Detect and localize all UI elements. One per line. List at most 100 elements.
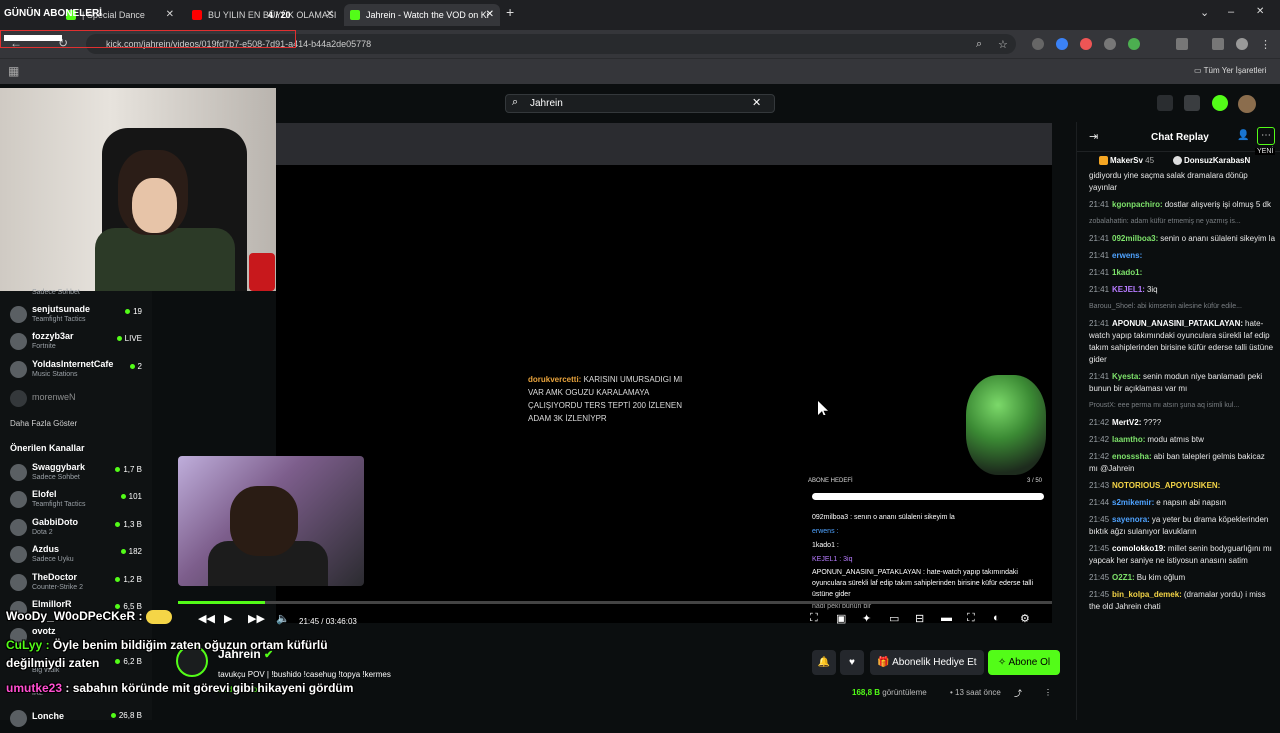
- sidebar-channel[interactable]: YoldasInternetCafe Music Stations 2: [10, 358, 150, 384]
- sidebar-channel[interactable]: Lonche 26,8 B: [10, 707, 150, 733]
- minimize-button[interactable]: –: [1228, 6, 1234, 18]
- star-icon[interactable]: ☆: [998, 38, 1010, 51]
- chat-username[interactable]: MertV2:: [1112, 418, 1141, 427]
- chat-username[interactable]: s2mikemir:: [1112, 498, 1154, 507]
- chat-username[interactable]: Kyesta:: [1112, 372, 1141, 381]
- chat-text: gidiyordu yine saçma salak dramalara dön…: [1089, 171, 1248, 192]
- sidebar-channel[interactable]: senjutsunade Teamfight Tactics 19: [10, 303, 150, 329]
- sub-goal-bar: [812, 493, 1044, 500]
- sidebar-channel[interactable]: Azdus Sadece Uyku 182: [10, 543, 150, 569]
- profile-icon[interactable]: [1236, 38, 1248, 50]
- clip-icon[interactable]: ⛶: [810, 612, 818, 625]
- subscribe-button[interactable]: ✧ Abone Ol: [988, 650, 1060, 675]
- sidebar-channel[interactable]: morenweN: [10, 387, 150, 413]
- theater-icon[interactable]: ▬: [941, 612, 952, 624]
- kick-logo-icon[interactable]: [1212, 95, 1228, 111]
- tab-youtube[interactable]: BU YILIN EN BÜYÜK OLAMASI ✕: [186, 4, 340, 26]
- chat-message: 21:41 erwens:: [1089, 250, 1275, 262]
- new-tab-button[interactable]: +: [506, 4, 514, 20]
- user-avatar[interactable]: [1238, 95, 1256, 113]
- chat-message: 21:41 kgonpachiro: dostlar alışveriş işi o…: [1089, 199, 1275, 211]
- chat-message: 21:45 O2Z1: Bu kim oğlum: [1089, 572, 1275, 584]
- chat-username[interactable]: sayenora:: [1112, 515, 1150, 524]
- message-time: 21:44: [1089, 498, 1110, 507]
- chapters-icon[interactable]: ▣: [836, 612, 846, 625]
- clear-search-icon[interactable]: ✕: [752, 96, 761, 109]
- fullscreen-icon[interactable]: ⛶: [967, 612, 975, 625]
- follow-heart-button[interactable]: ♥: [840, 650, 864, 675]
- collapse-tabs-icon[interactable]: ⌄: [1200, 6, 1209, 19]
- sidebar-channel[interactable]: Swaggybark Sadece Sohbet 1,7 B: [10, 461, 150, 487]
- pip-icon[interactable]: ▭: [889, 612, 899, 625]
- chat-username[interactable]: KEJEL1:: [1112, 285, 1145, 294]
- all-bookmarks-link[interactable]: ▭ Tüm Yer İşaretleri: [1194, 66, 1266, 75]
- apps-grid-icon[interactable]: ▦: [8, 64, 19, 78]
- highlight-icon[interactable]: ✦: [862, 612, 871, 625]
- extension-icon[interactable]: [1128, 38, 1140, 50]
- sidebar-channel[interactable]: Elofel Teamfight Tactics 101: [10, 488, 150, 514]
- chat-username[interactable]: O2Z1:: [1112, 573, 1135, 582]
- zoom-icon[interactable]: ⌕: [976, 38, 988, 50]
- extension-icon[interactable]: [1032, 38, 1044, 50]
- message-time: 21:41: [1089, 234, 1110, 243]
- chat-message: gidiyordu yine saçma salak dramalara dön…: [1089, 170, 1275, 194]
- chat-message: 21:44 s2mikemir: e napsın abi napsın: [1089, 497, 1275, 509]
- chat-username[interactable]: enosssha:: [1112, 452, 1152, 461]
- menu-icon[interactable]: ⋮: [1260, 38, 1272, 51]
- settings-gear-icon[interactable]: ⚙: [1020, 612, 1030, 625]
- chat-username[interactable]: erwens:: [1112, 251, 1142, 260]
- chat-username[interactable]: bin_kolpa_demek:: [1112, 590, 1182, 599]
- seek-bar-fill: [178, 601, 266, 604]
- view-count: 168,8 B görüntüleme: [852, 688, 927, 697]
- gift-sub-button[interactable]: 🎁 Abonelik Hediye Et: [870, 650, 984, 675]
- speed-icon[interactable]: ◐: [993, 612, 1000, 624]
- chat-username[interactable]: comolokko19:: [1112, 544, 1166, 553]
- sidebar-channel[interactable]: GabbiDoto Dota 2 1,3 B: [10, 516, 150, 542]
- chat-username[interactable]: kgonpachiro:: [1112, 200, 1163, 209]
- gift-icon: 🎁: [877, 657, 893, 668]
- chat-messages: gidiyordu yine saçma salak dramalara dön…: [1089, 170, 1275, 618]
- chat-settings-icon[interactable]: ⋯: [1257, 127, 1275, 145]
- theater-mode-icon[interactable]: [1157, 95, 1173, 111]
- show-more-link[interactable]: Daha Fazla Göster: [10, 419, 77, 428]
- tab-jahrein-vod[interactable]: Jahrein - Watch the VOD on Ki ✕: [344, 4, 500, 26]
- emote-icon: [145, 609, 172, 624]
- chat-username[interactable]: laamtho:: [1112, 435, 1145, 444]
- chat-username[interactable]: 092milboa3:: [1112, 234, 1158, 243]
- media-icon[interactable]: [1212, 38, 1224, 50]
- more-options-icon[interactable]: ⋮: [1044, 688, 1052, 697]
- deleted-chat-message: ProustX: eee perma mı atsın şuna aq isim…: [1089, 400, 1275, 412]
- avatar: [10, 333, 27, 350]
- star-icon: ✧: [997, 657, 1009, 668]
- close-icon[interactable]: ✕: [326, 4, 334, 26]
- chat-text: senin o ananı sülaleni sikeyim la: [1160, 234, 1276, 243]
- notification-bell-button[interactable]: 🔔: [812, 650, 836, 675]
- sidebar-channel[interactable]: fozzyb3ar Fortnite LIVE: [10, 330, 150, 356]
- puzzle-icon[interactable]: [1176, 38, 1188, 50]
- share-icon[interactable]: ⤴: [1014, 688, 1022, 699]
- miniplayer-icon[interactable]: ⊟: [915, 612, 924, 625]
- chat-header: ⇥ Chat Replay 👤 ⋯ YENİ: [1077, 122, 1280, 155]
- search-input[interactable]: Jahrein: [505, 94, 775, 113]
- extension-icon[interactable]: [1056, 38, 1068, 50]
- sidebar-channel[interactable]: TheDoctor Counter-Strike 2 1,2 B: [10, 571, 150, 597]
- message-time: 21:42: [1089, 452, 1110, 461]
- extension-icon[interactable]: [1080, 38, 1092, 50]
- users-icon[interactable]: 👤: [1237, 130, 1249, 141]
- chat-message: 21:42 laamtho: modu atmıs btw: [1089, 434, 1275, 446]
- chat-message: 21:45 sayenora: ya yeter bu drama köpekler…: [1089, 514, 1275, 538]
- close-window-button[interactable]: ✕: [1256, 6, 1264, 17]
- seek-bar[interactable]: [178, 601, 1052, 604]
- chat-username[interactable]: APONUN_ANASINI_PATAKLAYAN:: [1112, 319, 1243, 328]
- overlay-chat-line: umutke23 : sabahın köründe mit görevi gi…: [6, 681, 354, 695]
- chat-username[interactable]: 1kado1:: [1112, 268, 1142, 277]
- chat-username[interactable]: NOTORIOUS_APOYUSIKEN:: [1112, 481, 1220, 490]
- video-player[interactable]: dorukvercetti: KARISINI UMURSADIGI MI VA…: [276, 123, 1052, 623]
- close-icon[interactable]: ✕: [166, 4, 174, 26]
- chat-message: 21:42 enosssha: abi ban talepleri gelmis b…: [1089, 451, 1275, 475]
- close-icon[interactable]: ✕: [486, 4, 494, 26]
- overlay-chat-line: WooDy_W0oDPeCKeR :: [6, 609, 386, 624]
- layout-icon[interactable]: [1184, 95, 1200, 111]
- collapse-chat-icon[interactable]: ⇥: [1089, 130, 1098, 143]
- extension-icon[interactable]: [1104, 38, 1116, 50]
